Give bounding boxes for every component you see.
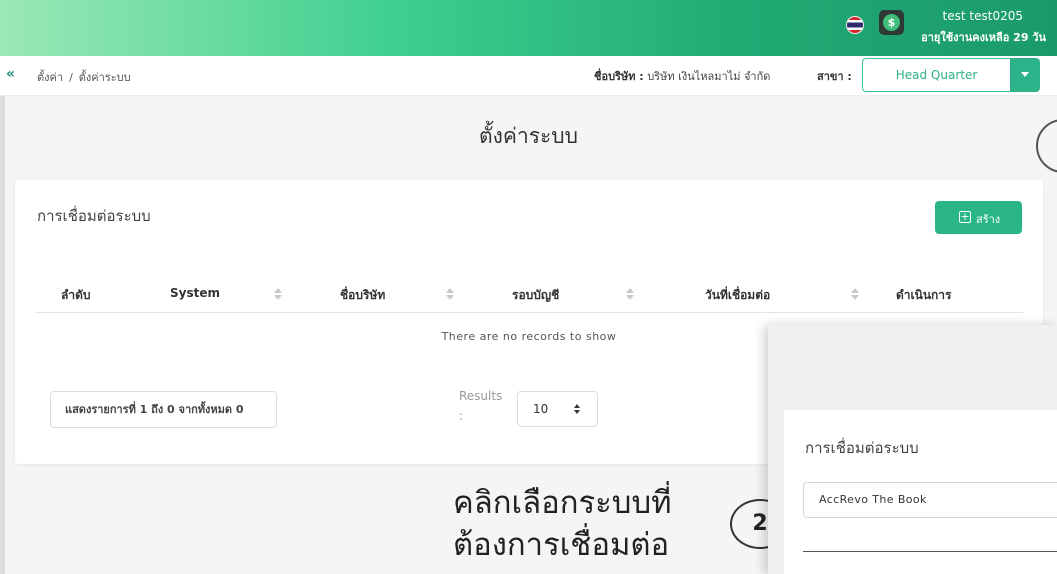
user-name[interactable]: test test0205 [905, 9, 1023, 23]
results-label: Results : [459, 386, 502, 426]
create-button[interactable]: + สร้าง [935, 201, 1022, 234]
branch-label: สาขา : [817, 70, 852, 83]
thailand-flag-icon[interactable] [846, 16, 864, 34]
company-name: บริษัท เงินไหลมาไม่ จำกัด [647, 70, 771, 83]
coin-symbol: $ [883, 14, 900, 31]
top-bar: $ test test0205 อายุใช้งานคงเหลือ 29 วัน [0, 0, 1057, 56]
collapse-sidebar-icon[interactable]: « [6, 66, 15, 82]
page-title: ตั้งค่าระบบ [479, 124, 578, 148]
branch-select[interactable]: Head Quarter [862, 58, 1010, 92]
column-header-company[interactable]: ชื่อบริษัท [340, 286, 385, 305]
column-header-system[interactable]: System [170, 286, 220, 300]
sort-icon[interactable] [446, 288, 454, 300]
column-header-connected-date[interactable]: วันที่เชื่อมต่อ [705, 286, 770, 305]
card-title: การเชื่อมต่อระบบ [37, 207, 151, 225]
sort-icon[interactable] [274, 288, 282, 300]
system-select[interactable]: AccRevo The Book [803, 482, 1057, 518]
results-label-colon: : [459, 409, 464, 423]
company-info: ชื่อบริษัท : บริษัท เงินไหลมาไม่ จำกัด [594, 67, 770, 85]
sidebar-edge [0, 96, 5, 574]
sort-icon[interactable] [626, 288, 634, 300]
instruction-text: คลิกเลือกระบบที่ ต้องการเชื่อมต่อ [453, 482, 753, 566]
company-label: ชื่อบริษัท : [594, 70, 644, 83]
inset-card-title: การเชื่อมต่อระบบ [805, 439, 919, 457]
select-arrows-icon [574, 404, 582, 414]
instruction-line-2: ต้องการเชื่อมต่อ [453, 527, 670, 563]
usage-remaining: อายุใช้งานคงเหลือ 29 วัน [921, 31, 1046, 44]
plus-square-icon: + [959, 210, 971, 223]
breadcrumb-bar: « ตั้งค่า / ตั้งค่าระบบ ชื่อบริษัท : บริษั… [0, 56, 1057, 96]
table-header-divider [35, 312, 1023, 313]
records-summary: แสดงรายการที่ 1 ถึง 0 จากทั้งหมด 0 [50, 391, 277, 428]
column-header-order[interactable]: ลำดับ [61, 286, 91, 305]
breadcrumb: ตั้งค่า / ตั้งค่าระบบ [37, 68, 131, 86]
zoom-inset-panel: การเชื่อมต่อระบบ AccRevo The Book [768, 325, 1057, 574]
results-per-page-value: 10 [533, 402, 549, 416]
sort-icon[interactable] [851, 288, 859, 300]
inset-card: การเชื่อมต่อระบบ AccRevo The Book [784, 410, 1057, 574]
column-header-fiscal-period[interactable]: รอบบัญชี [512, 286, 559, 305]
chevron-down-icon[interactable] [1010, 58, 1040, 92]
column-header-actions: ดำเนินการ [896, 288, 952, 302]
create-button-label: สร้าง [976, 213, 1001, 226]
results-per-page-select[interactable]: 10 [517, 391, 598, 427]
inset-divider [803, 551, 1057, 552]
results-label-text: Results [459, 389, 503, 403]
instruction-line-1: คลิกเลือกระบบที่ [453, 485, 672, 521]
breadcrumb-item-system-settings: ตั้งค่าระบบ [78, 71, 131, 84]
breadcrumb-separator: / [69, 71, 73, 84]
breadcrumb-item-settings[interactable]: ตั้งค่า [37, 71, 63, 84]
